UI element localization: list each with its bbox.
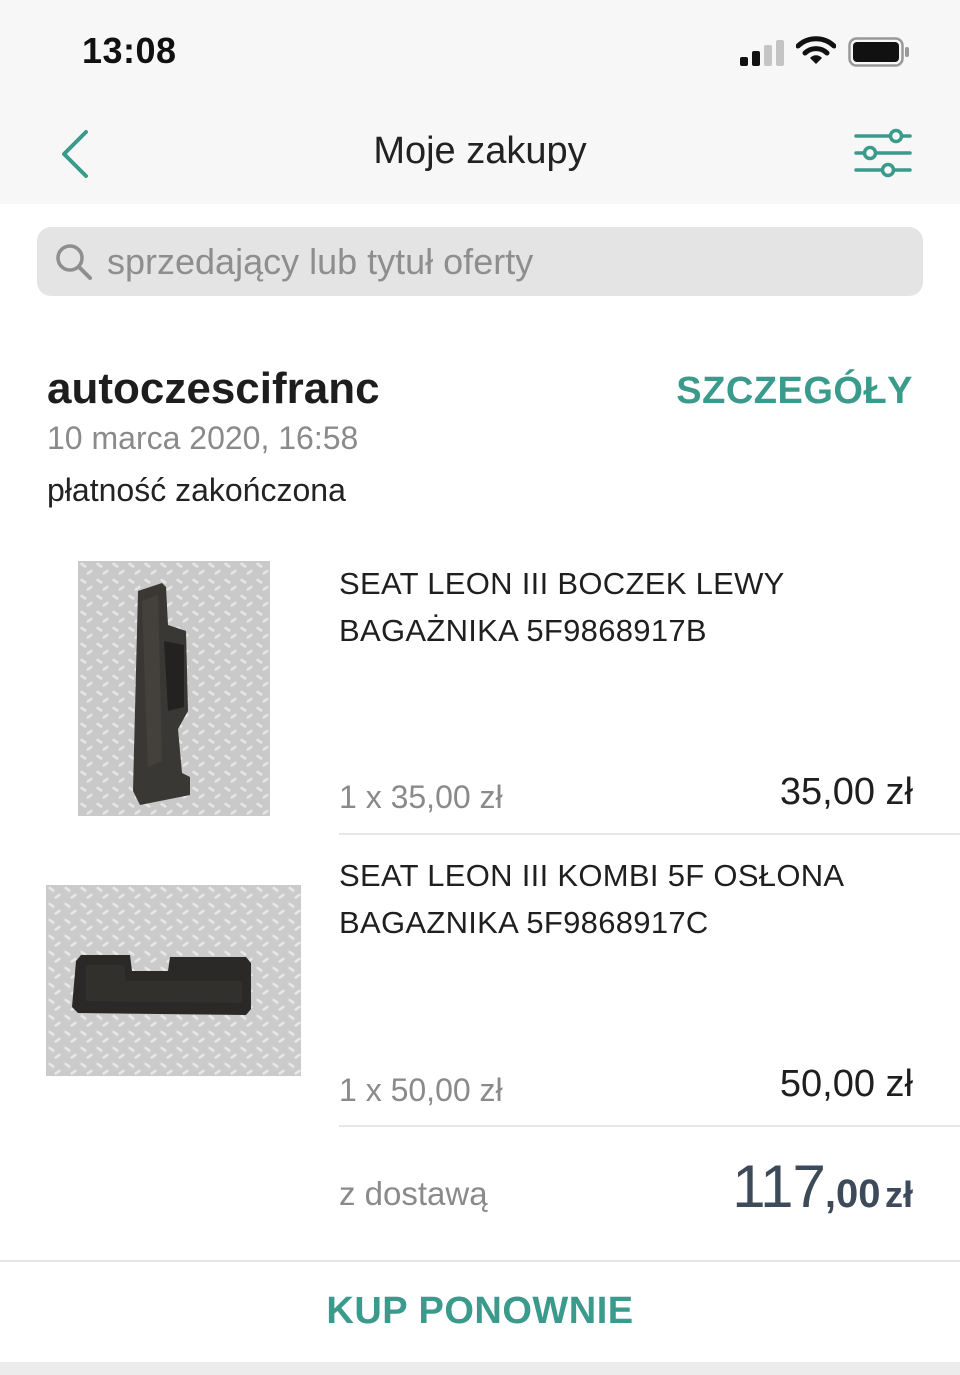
product-image[interactable] — [46, 885, 301, 1076]
total-currency: zł — [884, 1174, 913, 1215]
side-panel-photo — [78, 561, 270, 816]
wifi-icon — [796, 36, 836, 64]
product-title[interactable]: SEAT LEON III KOMBI 5F OSŁONA BAGAZNIKA … — [339, 852, 919, 946]
divider — [339, 1125, 960, 1127]
divider — [0, 1260, 960, 1262]
total-decimal: ,00 — [824, 1172, 881, 1216]
trunk-cover-photo — [46, 885, 301, 1076]
battery-icon — [848, 37, 909, 67]
status-bar: 13:08 — [0, 0, 960, 100]
search-bar[interactable] — [37, 227, 923, 296]
signal-icon — [740, 40, 784, 66]
order-date: 10 marca 2020, 16:58 — [47, 420, 359, 456]
bottom-strip — [0, 1362, 960, 1375]
order-total: 117,00 zł — [732, 1152, 913, 1221]
product-quantity: 1 x 50,00 zł — [339, 1072, 503, 1108]
product-image[interactable] — [78, 561, 270, 816]
seller-name: autoczescifranc — [47, 364, 380, 413]
product-title[interactable]: SEAT LEON III BOCZEK LEWY BAGAŻNIKA 5F98… — [339, 560, 919, 654]
search-icon — [56, 244, 92, 280]
product-quantity: 1 x 35,00 zł — [339, 779, 503, 815]
total-integer: 117 — [732, 1153, 826, 1220]
nav-bar: Moje zakupy — [0, 100, 960, 204]
product-price: 50,00 zł — [779, 1063, 913, 1105]
product-price: 35,00 zł — [779, 771, 913, 813]
search-input[interactable] — [107, 227, 907, 296]
delivery-label: z dostawą — [339, 1175, 488, 1212]
page-title: Moje zakupy — [373, 130, 587, 172]
divider — [339, 833, 960, 835]
details-link[interactable]: SZCZEGÓŁY — [676, 370, 913, 413]
buy-again-button[interactable]: KUP PONOWNIE — [0, 1290, 960, 1333]
status-time: 13:08 — [82, 30, 177, 71]
sliders-icon[interactable] — [852, 128, 914, 178]
payment-status: płatność zakończona — [47, 472, 346, 508]
